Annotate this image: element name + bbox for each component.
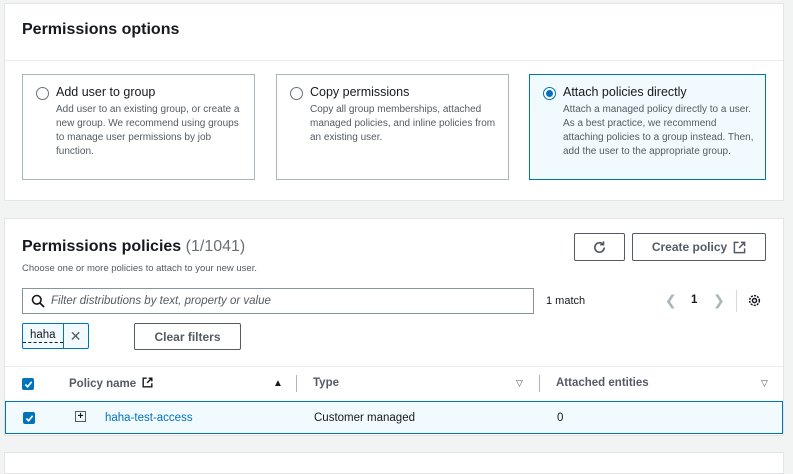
next-page-button[interactable]: ❯ [713,292,725,309]
create-policy-button[interactable]: Create policy [632,233,766,261]
external-link-icon [142,377,153,388]
checkmark-icon [24,380,32,388]
option-description: Attach a managed policy directly to a us… [563,104,754,157]
column-divider [296,375,297,392]
table-row[interactable]: + haha-test-access Customer managed 0 [5,401,783,434]
refresh-icon [594,240,606,253]
column-divider [539,375,540,392]
attached-entities: 0 [557,412,564,424]
table-header: Policy name ▲ Type ▽ Attached entities ▽ [5,366,783,402]
permissions-policies-subtitle: Choose one or more policies to attach to… [22,263,257,274]
filter-token: haha ✕ [22,323,89,349]
next-panel [4,452,784,474]
option-copy-permissions[interactable]: Copy permissions Copy all group membersh… [276,74,509,180]
column-header-policy-name[interactable]: Policy name [69,377,153,390]
gear-icon[interactable] [747,293,762,308]
refresh-button[interactable] [574,233,625,261]
clear-filters-label: Clear filters [154,329,221,344]
sort-icon[interactable]: ▽ [761,378,768,389]
policy-type: Customer managed [314,412,415,424]
checkmark-icon [25,414,33,422]
permissions-policies-title: Permissions policies (1/1041) [22,238,245,256]
previous-page-button[interactable]: ❮ [665,292,677,309]
policy-name-link[interactable]: haha-test-access [105,412,193,424]
option-label: Attach policies directly [563,85,687,99]
option-add-user-to-group[interactable]: Add user to group Add user to an existin… [22,74,255,180]
option-label: Copy permissions [310,85,410,99]
permissions-policies-panel: Permissions policies (1/1041) Choose one… [4,218,784,436]
search-input[interactable] [51,289,521,313]
filter-token-label: haha [23,329,63,343]
policy-count: (1/1041) [185,238,246,255]
permissions-options-panel: Permissions options Add user to group Ad… [4,3,784,201]
radio-attach-policies-directly[interactable] [543,87,556,100]
option-description: Copy all group memberships, attached man… [310,104,496,143]
option-description: Add user to an existing group, or create… [56,104,240,157]
page-number[interactable]: 1 [691,294,697,306]
match-count: 1 match [546,295,586,307]
filter-search-box[interactable] [22,288,534,314]
option-label: Add user to group [56,85,156,99]
column-label: Policy name [69,378,137,390]
external-link-icon [733,241,746,253]
radio-copy-permissions[interactable] [290,87,303,100]
column-header-attached-entities[interactable]: Attached entities [556,377,649,389]
divider [5,60,783,61]
title-text: Permissions policies [22,238,182,255]
select-all-checkbox[interactable] [22,378,34,390]
permissions-options-title: Permissions options [22,21,180,38]
search-icon [31,294,45,308]
create-policy-label: Create policy [651,240,728,254]
sort-icon[interactable]: ▽ [516,378,523,389]
sort-ascending-icon[interactable]: ▲ [273,378,283,389]
row-checkbox[interactable] [23,412,35,424]
radio-add-user-to-group[interactable] [36,87,49,100]
clear-filters-button[interactable]: Clear filters [134,323,241,350]
divider [736,290,737,312]
close-icon[interactable]: ✕ [62,324,88,348]
column-header-type[interactable]: Type [313,377,339,389]
expand-icon[interactable]: + [75,411,86,422]
option-attach-policies-directly[interactable]: Attach policies directly Attach a manage… [529,74,766,180]
